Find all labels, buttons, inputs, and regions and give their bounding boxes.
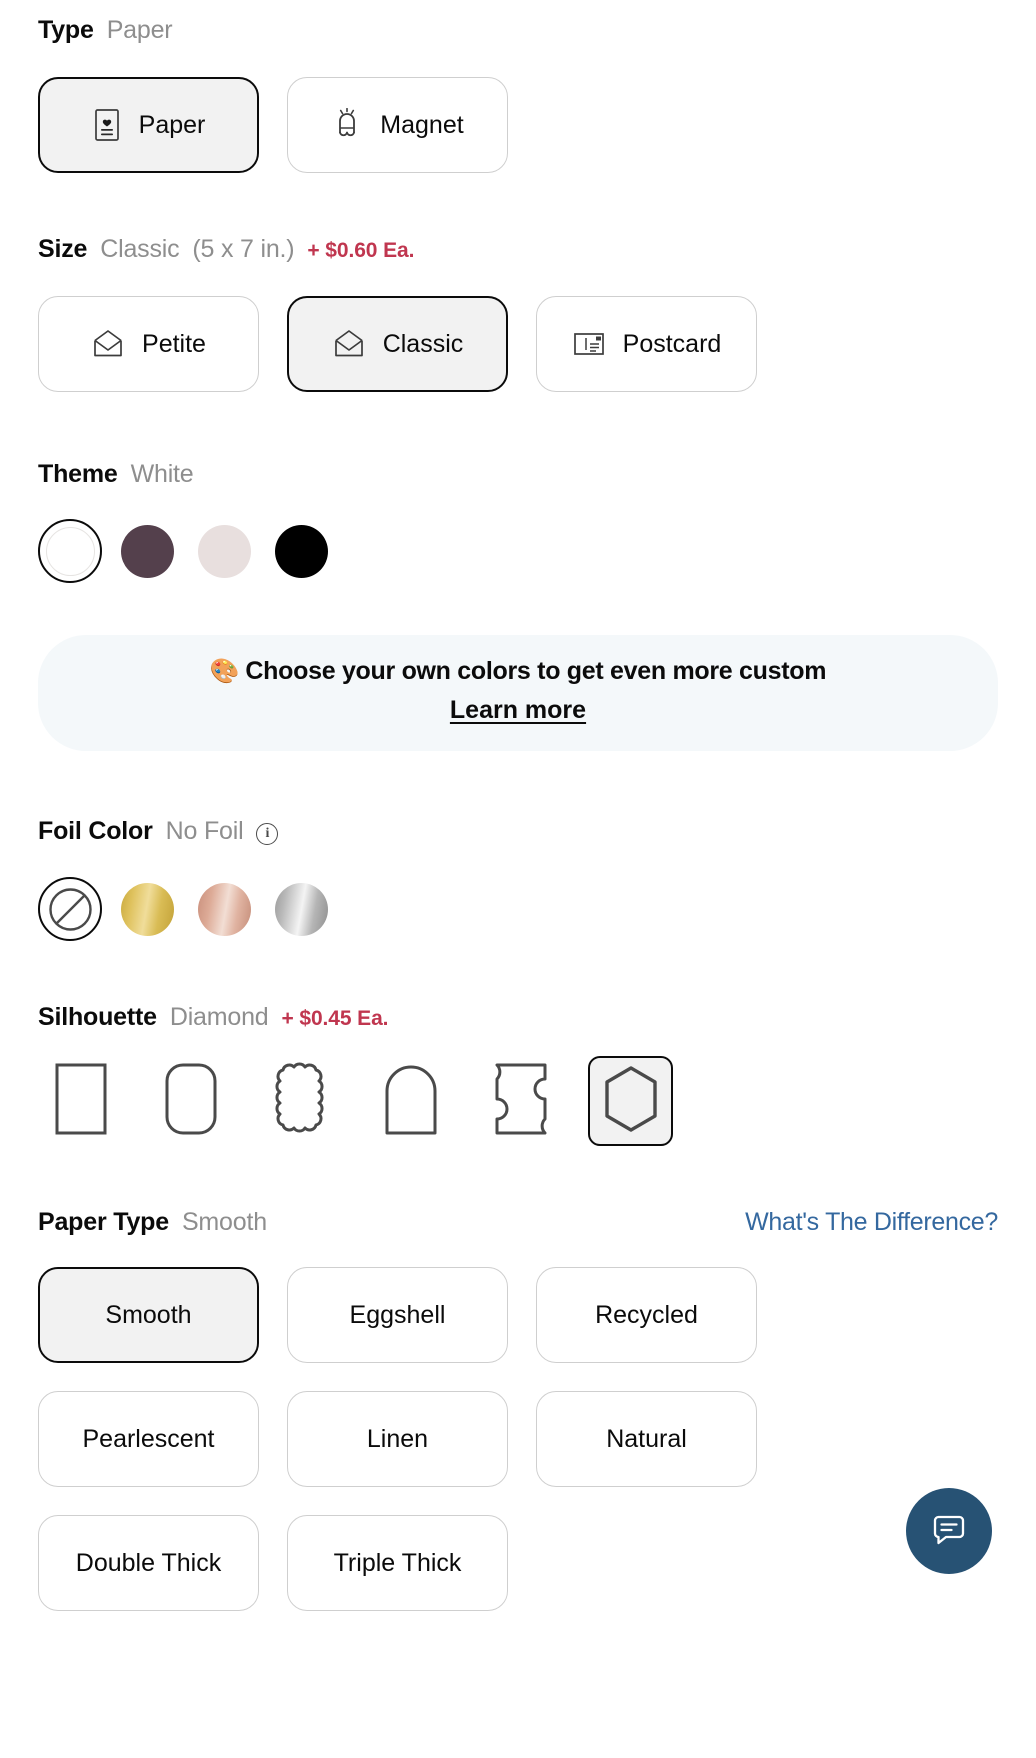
postcard-icon xyxy=(572,330,606,358)
type-option-paper-label: Paper xyxy=(138,110,206,139)
paper-type-option-triple-thick-label: Triple Thick xyxy=(333,1548,462,1577)
info-icon[interactable]: i xyxy=(256,823,279,845)
size-option-postcard[interactable]: Postcard xyxy=(536,296,757,392)
paper-type-option-smooth[interactable]: Smooth xyxy=(38,1267,259,1363)
foil-swatch-no-foil[interactable] xyxy=(38,877,102,941)
silhouette-option-rounded[interactable] xyxy=(148,1056,233,1146)
paper-type-options: Smooth Eggshell Recycled Pearlescent Lin… xyxy=(38,1267,998,1611)
paper-type-option-double-thick-label: Double Thick xyxy=(75,1548,222,1577)
foil-swatch-rose-gold-color xyxy=(197,882,251,936)
foil-swatches xyxy=(38,877,998,941)
size-label: Size xyxy=(38,235,88,263)
palette-icon: 🎨 xyxy=(209,658,240,685)
size-option-petite-label: Petite xyxy=(142,329,206,358)
silhouette-selected-value: Diamond xyxy=(169,1003,269,1031)
size-section-header: Size Classic (5 x 7 in.) + $0.60 Ea. xyxy=(38,235,998,264)
type-options: Paper Magnet xyxy=(38,77,998,173)
type-label: Type xyxy=(38,16,94,44)
silhouette-price-delta: + $0.45 Ea. xyxy=(281,1007,389,1030)
foil-swatch-gold[interactable] xyxy=(115,877,179,941)
theme-swatches xyxy=(38,519,998,583)
foil-swatch-silver-color xyxy=(274,882,328,936)
foil-section-header: Foil Color No Foil i xyxy=(38,817,998,847)
paper-type-option-eggshell[interactable]: Eggshell xyxy=(287,1267,508,1363)
whats-the-difference-link[interactable]: What's The Difference? xyxy=(745,1208,998,1237)
theme-swatch-black[interactable] xyxy=(269,519,333,583)
silhouette-option-square[interactable] xyxy=(38,1056,123,1146)
silhouette-rounded-icon xyxy=(159,1061,223,1142)
envelope-icon xyxy=(332,329,366,359)
product-options-panel: Type Paper Paper Magnet Size Classic (5 … xyxy=(0,0,1036,1758)
silhouette-section-header: Silhouette Diamond + $0.45 Ea. xyxy=(38,1003,998,1032)
silhouette-arch-icon xyxy=(379,1061,443,1142)
paper-type-option-double-thick[interactable]: Double Thick xyxy=(38,1515,259,1611)
paper-type-option-linen-label: Linen xyxy=(366,1424,429,1453)
type-section-header: Type Paper xyxy=(38,0,998,45)
paper-type-option-recycled-label: Recycled xyxy=(595,1300,698,1329)
size-price-delta: + $0.60 Ea. xyxy=(307,239,415,262)
silhouette-scalloped-icon xyxy=(269,1061,333,1142)
type-option-magnet-label: Magnet xyxy=(380,110,464,139)
theme-swatch-blush-color xyxy=(197,524,251,578)
theme-section-header: Theme White xyxy=(38,460,998,489)
theme-label: Theme xyxy=(38,460,118,488)
envelope-icon xyxy=(91,329,125,359)
silhouette-label: Silhouette xyxy=(38,1003,157,1031)
custom-colors-banner-text: Choose your own colors to get even more … xyxy=(245,657,827,685)
size-options: Petite Classic Postcard xyxy=(38,296,998,392)
custom-colors-banner: 🎨 Choose your own colors to get even more… xyxy=(38,635,998,751)
foil-selected-value: No Foil xyxy=(165,817,244,845)
theme-swatch-black-color xyxy=(274,524,328,578)
paper-type-label: Paper Type xyxy=(38,1208,169,1236)
silhouette-option-arch[interactable] xyxy=(368,1056,453,1146)
theme-swatch-plum[interactable] xyxy=(115,519,179,583)
paper-type-option-eggshell-label: Eggshell xyxy=(349,1300,446,1329)
foil-swatch-rose-gold[interactable] xyxy=(192,877,256,941)
type-selected-value: Paper xyxy=(106,16,173,44)
paper-type-option-natural-label: Natural xyxy=(606,1424,687,1453)
silhouette-option-ticket[interactable] xyxy=(478,1056,563,1146)
size-option-postcard-label: Postcard xyxy=(622,329,722,358)
paper-type-option-pearlescent-label: Pearlescent xyxy=(82,1424,215,1453)
foil-label: Foil Color xyxy=(38,817,153,845)
size-option-classic[interactable]: Classic xyxy=(287,296,508,392)
paper-type-option-linen[interactable]: Linen xyxy=(287,1391,508,1487)
theme-swatch-blush[interactable] xyxy=(192,519,256,583)
chat-support-button[interactable] xyxy=(906,1488,992,1574)
no-foil-icon xyxy=(46,885,95,934)
silhouette-ticket-icon xyxy=(489,1061,553,1142)
magnet-icon xyxy=(331,108,363,142)
paper-type-section-header: Paper Type Smooth What's The Difference? xyxy=(38,1208,998,1237)
type-option-magnet[interactable]: Magnet xyxy=(287,77,508,173)
paper-type-option-recycled[interactable]: Recycled xyxy=(536,1267,757,1363)
type-option-paper[interactable]: Paper xyxy=(38,77,259,173)
size-selected-value: Classic xyxy=(100,235,180,263)
silhouette-option-diamond[interactable] xyxy=(588,1056,673,1146)
paper-type-option-triple-thick[interactable]: Triple Thick xyxy=(287,1515,508,1611)
paper-type-option-pearlescent[interactable]: Pearlescent xyxy=(38,1391,259,1487)
foil-swatch-gold-color xyxy=(120,882,174,936)
paper-type-option-smooth-label: Smooth xyxy=(105,1300,192,1329)
size-option-classic-label: Classic xyxy=(382,329,464,358)
paper-type-option-natural[interactable]: Natural xyxy=(536,1391,757,1487)
theme-swatch-white[interactable] xyxy=(38,519,102,583)
card-heart-icon xyxy=(92,108,122,142)
theme-swatch-plum-color xyxy=(120,524,174,578)
silhouette-options xyxy=(38,1056,998,1146)
silhouette-square-icon xyxy=(49,1061,113,1142)
custom-colors-banner-text-row: 🎨 Choose your own colors to get even more… xyxy=(68,657,968,686)
chat-bubble-icon xyxy=(929,1509,969,1554)
foil-swatch-silver[interactable] xyxy=(269,877,333,941)
paper-type-selected-value: Smooth xyxy=(181,1208,267,1236)
theme-selected-value: White xyxy=(130,460,194,488)
learn-more-link[interactable]: Learn more xyxy=(450,696,586,725)
size-option-petite[interactable]: Petite xyxy=(38,296,259,392)
theme-swatch-white-color xyxy=(45,526,95,576)
silhouette-diamond-icon xyxy=(601,1064,661,1139)
size-dimensions: (5 x 7 in.) xyxy=(192,235,295,263)
silhouette-option-scalloped[interactable] xyxy=(258,1056,343,1146)
